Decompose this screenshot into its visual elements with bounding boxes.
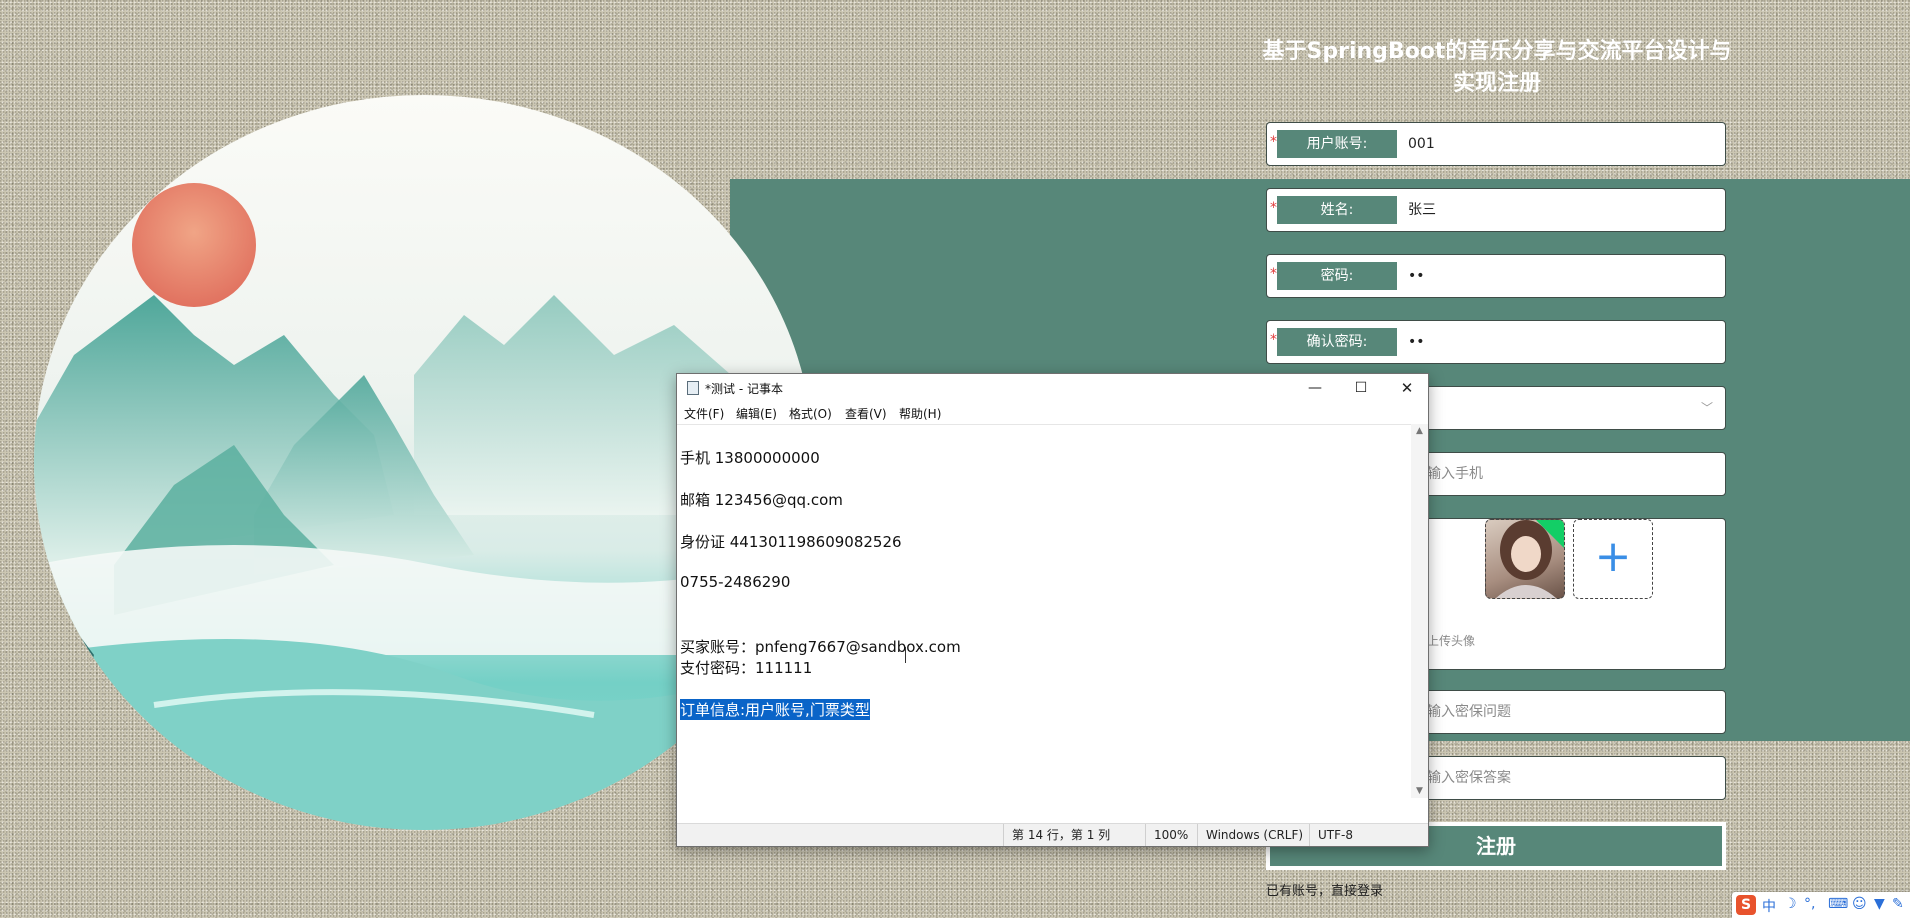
name-field[interactable]: * 姓名: 张三 <box>1266 188 1726 232</box>
notepad-icon <box>687 381 699 395</box>
text-line: 买家账号：pnfeng7667@sandbox.com <box>680 638 961 656</box>
text-line: 支付密码：111111 <box>680 659 813 677</box>
sun <box>132 183 256 307</box>
scroll-up-icon[interactable]: ▲ <box>1411 426 1428 436</box>
add-avatar-button[interactable]: + <box>1573 519 1653 599</box>
confirm-password-field[interactable]: * 确认密码: •• <box>1266 320 1726 364</box>
notepad-window[interactable]: *测试 - 记事本 — ☐ ✕ 文件(F) 编辑(E) 格式(O) 查看(V) … <box>676 373 1429 847</box>
menu-edit[interactable]: 编辑(E) <box>736 405 777 422</box>
cursor-position: 第 14 行，第 1 列 <box>1003 824 1110 846</box>
account-label: 用户账号: <box>1277 130 1397 158</box>
phone-input[interactable]: 输入手机 <box>1427 453 1483 495</box>
text-cursor-icon <box>905 647 906 663</box>
minimize-button[interactable]: — <box>1292 374 1338 402</box>
menu-file[interactable]: 文件(F) <box>684 405 724 422</box>
text-line: 身份证 441301198609082526 <box>680 533 902 551</box>
confirm-password-input[interactable]: •• <box>1408 321 1425 363</box>
register-title: 基于SpringBoot的音乐分享与交流平台设计与实现注册 <box>1262 39 1732 96</box>
notepad-text-area[interactable]: 手机 13800000000 邮箱 123456@qq.com 身份证 4413… <box>677 424 1412 799</box>
notepad-titlebar[interactable]: *测试 - 记事本 — ☐ ✕ <box>677 374 1428 402</box>
security-answer-input[interactable]: 输入密保答案 <box>1427 757 1511 799</box>
notepad-title: *测试 - 记事本 <box>705 382 783 396</box>
text-line: 邮箱 123456@qq.com <box>680 491 843 509</box>
name-label: 姓名: <box>1277 196 1397 224</box>
keyboard-icon[interactable]: ⌨ <box>1828 896 1848 912</box>
line-ending: Windows (CRLF) <box>1197 824 1303 846</box>
sogou-logo-icon[interactable]: S <box>1736 895 1756 915</box>
menu-view[interactable]: 查看(V) <box>845 405 887 422</box>
shirt-icon[interactable]: ▼ <box>1874 896 1885 912</box>
password-label: 密码: <box>1277 262 1397 290</box>
close-button[interactable]: ✕ <box>1384 374 1430 402</box>
scroll-down-icon[interactable]: ▼ <box>1411 786 1428 796</box>
notepad-statusbar: 第 14 行，第 1 列 100% Windows (CRLF) UTF-8 <box>677 823 1428 846</box>
required-mark: * <box>1270 266 1277 282</box>
menu-help[interactable]: 帮助(H) <box>899 405 941 422</box>
zoom-level: 100% <box>1145 824 1188 846</box>
security-question-input[interactable]: 输入密保问题 <box>1427 691 1511 733</box>
text-line: 手机 13800000000 <box>680 449 820 467</box>
input-mode-toggle[interactable]: 中 <box>1762 896 1776 916</box>
password-field[interactable]: * 密码: •• <box>1266 254 1726 298</box>
avatar-preview[interactable] <box>1485 519 1565 599</box>
user-icon[interactable]: ☺ <box>1852 896 1867 912</box>
ime-toolbar[interactable]: S 中 ☽ °, ⌨ ☺ ▼ ✎ <box>1732 892 1910 918</box>
encoding: UTF-8 <box>1309 824 1353 846</box>
selected-text-line: 订单信息:用户账号,门票类型 <box>680 699 870 720</box>
login-link[interactable]: 已有账号，直接登录 <box>1266 880 1383 899</box>
confirm-password-label: 确认密码: <box>1277 328 1397 356</box>
account-field[interactable]: * 用户账号: 001 <box>1266 122 1726 166</box>
required-mark: * <box>1270 200 1277 216</box>
maximize-button[interactable]: ☐ <box>1338 374 1384 402</box>
avatar-label: 上传头像 <box>1427 634 1476 648</box>
text-line: 0755-2486290 <box>680 573 791 591</box>
punctuation-icon[interactable]: °, <box>1804 896 1815 912</box>
password-input[interactable]: •• <box>1408 255 1425 297</box>
menu-format[interactable]: 格式(O) <box>789 405 832 422</box>
required-mark: * <box>1270 332 1277 348</box>
required-mark: * <box>1270 134 1277 150</box>
chevron-down-icon: ﹀ <box>1700 401 1713 415</box>
wrench-icon[interactable]: ✎ <box>1892 896 1904 912</box>
notepad-menubar: 文件(F) 编辑(E) 格式(O) 查看(V) 帮助(H) <box>677 402 1428 424</box>
moon-icon[interactable]: ☽ <box>1784 896 1797 912</box>
vertical-scrollbar[interactable]: ▲ ▼ <box>1411 424 1428 798</box>
name-input[interactable]: 张三 <box>1408 189 1436 231</box>
account-input[interactable]: 001 <box>1408 123 1435 165</box>
